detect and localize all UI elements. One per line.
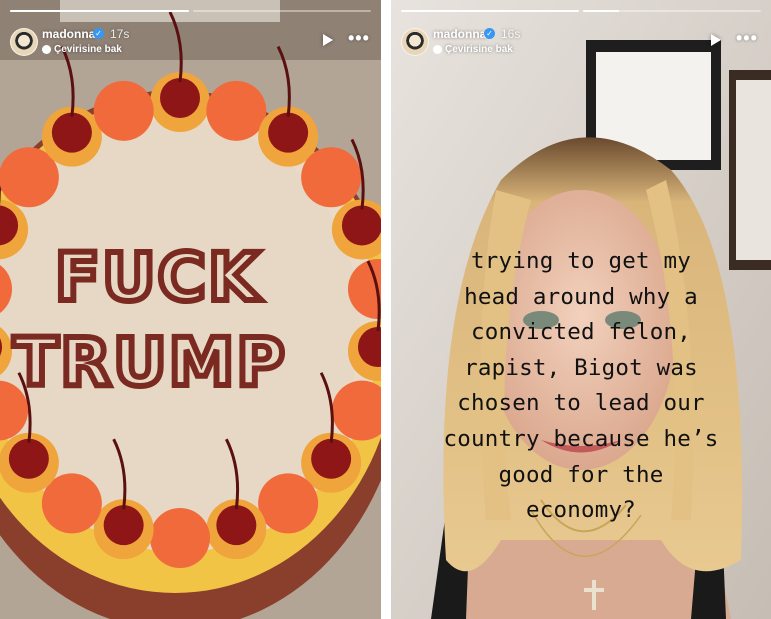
rosette (93, 80, 154, 141)
progress-segment (192, 10, 371, 12)
cherry (160, 78, 200, 118)
story-header: madonna ✓ 16s Çevirisine bak ••• (401, 24, 761, 58)
username[interactable]: madonna (42, 27, 95, 41)
cherry (51, 112, 92, 153)
caption-line: economy? (526, 497, 636, 524)
play-icon[interactable] (323, 34, 333, 46)
story-progress (401, 10, 761, 12)
caption-line: head around why a (464, 283, 698, 310)
progress-segment (401, 10, 579, 12)
cake-lettering-line2: TRUMP (13, 324, 286, 401)
rosette (301, 147, 362, 208)
cherry (268, 112, 309, 153)
cake-photo: FUCK TRUMP (0, 0, 381, 619)
progress-segment (583, 10, 761, 12)
story-time: 17s (110, 27, 130, 41)
rosette (206, 80, 267, 141)
story-panel-right[interactable]: madonna ✓ 16s Çevirisine bak ••• trying … (391, 0, 771, 619)
translate-link[interactable]: Çevirisine bak (54, 44, 122, 55)
verified-badge-icon: ✓ (484, 28, 495, 39)
caption-line: trying to get my (471, 248, 691, 274)
more-options-icon[interactable]: ••• (348, 28, 370, 49)
caption-line: rapist, Bigot was (464, 354, 698, 381)
story-header: madonna ✓ 17s Çevirisine bak ••• (10, 24, 371, 58)
progress-segment (10, 10, 189, 12)
avatar[interactable] (10, 28, 38, 56)
cherry (341, 205, 381, 246)
username[interactable]: madonna (433, 27, 486, 41)
translate-icon (42, 45, 51, 54)
translate-link[interactable]: Çevirisine bak (445, 44, 513, 55)
story-panel-left[interactable]: FUCK TRUMP madonna ✓ 17s Çevirisine bak … (0, 0, 381, 619)
caption-line: good for the (498, 461, 664, 488)
story-time: 16s (501, 27, 521, 41)
more-options-icon[interactable]: ••• (736, 28, 758, 49)
story-caption: trying to get my head around why a convi… (391, 244, 771, 529)
caption-line: chosen to lead our (457, 390, 705, 417)
caption-line: convicted felon, (471, 319, 691, 346)
play-icon[interactable] (711, 34, 721, 46)
cherry (8, 438, 49, 479)
caption-line: country because he’s (443, 425, 719, 452)
translate-icon (433, 45, 442, 54)
rosette (150, 508, 210, 568)
rosette (258, 473, 319, 534)
avatar[interactable] (401, 28, 429, 56)
verified-badge-icon: ✓ (93, 28, 104, 39)
cake-lettering-line1: FUCK (55, 239, 262, 316)
story-progress (10, 10, 371, 12)
cherry (103, 505, 144, 546)
cherry (311, 438, 352, 479)
cherry (216, 505, 257, 546)
